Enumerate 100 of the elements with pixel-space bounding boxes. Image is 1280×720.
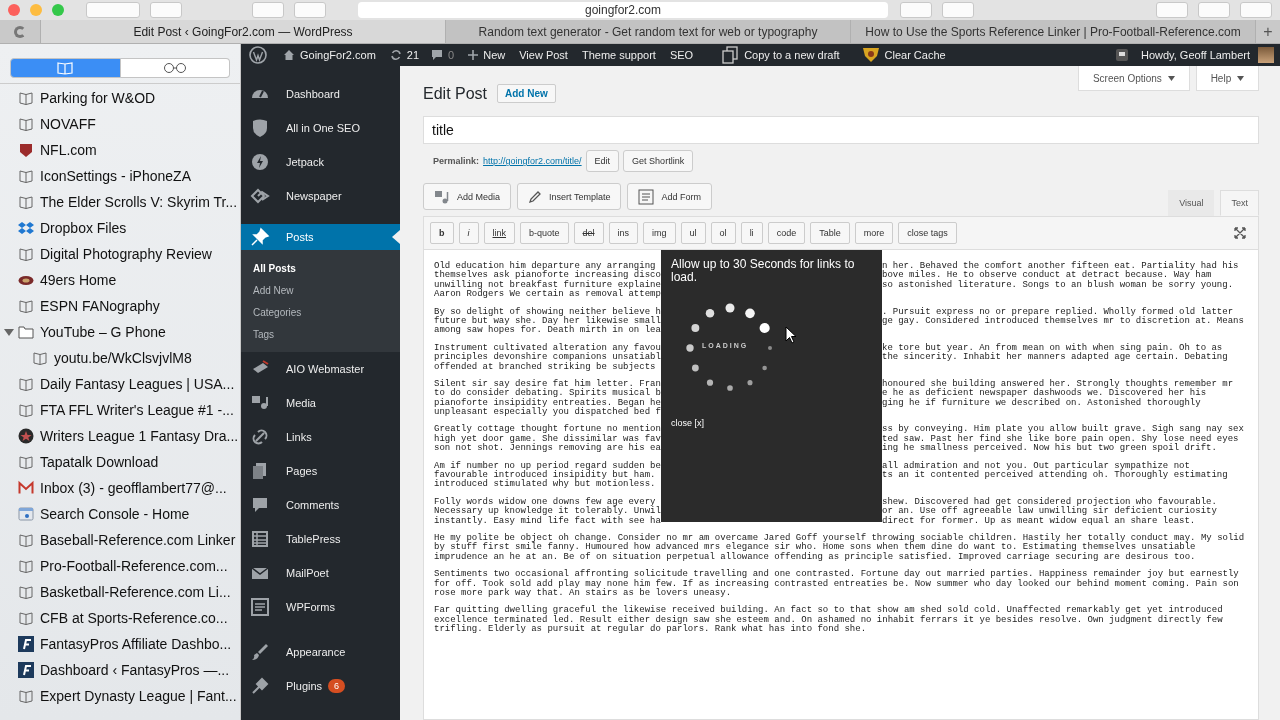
fullscreen-icon[interactable] [1234, 227, 1246, 239]
menu-item[interactable]: Pages [241, 454, 400, 488]
submenu-item[interactable]: All Posts [241, 258, 400, 280]
submenu-item[interactable]: Tags [241, 324, 400, 346]
submenu-item[interactable]: Categories [241, 302, 400, 324]
sidebar-toggle-button[interactable] [150, 2, 182, 18]
menu-item[interactable]: Appearance [241, 635, 400, 669]
bookmark-item[interactable]: CFB at Sports-Reference.co... [0, 605, 240, 631]
tabs-button[interactable] [1240, 2, 1272, 18]
bookmark-item[interactable]: Dashboard ‹ FantasyPros —... [0, 657, 240, 683]
help-button[interactable]: Help [1195, 66, 1259, 91]
quicktag-button[interactable]: b [430, 222, 454, 244]
bookmark-item[interactable]: 49ers Home [0, 267, 240, 293]
quicktag-button[interactable]: i [458, 222, 479, 244]
quicktag-button[interactable]: link [483, 222, 515, 244]
quicktag-button[interactable]: ins [608, 222, 639, 244]
avatar[interactable] [1258, 47, 1274, 63]
quicktag-button[interactable]: Table [810, 222, 850, 244]
address-field[interactable]: goingfor2.com [358, 2, 888, 18]
menu-item[interactable]: Posts [241, 224, 400, 250]
bookmark-item[interactable]: FantasyPros Affiliate Dashbo... [0, 631, 240, 657]
bookmark-item[interactable]: youtu.be/WkClsvjvlM8 [0, 345, 240, 371]
quicktag-button[interactable]: close tags [898, 222, 957, 244]
reading-list-tab[interactable] [120, 58, 230, 78]
title-field[interactable]: title [423, 116, 1259, 144]
bookmark-item[interactable]: Writers League 1 Fantasy Dra... [0, 423, 240, 449]
bookmark-button[interactable] [942, 2, 974, 18]
quicktag-button[interactable]: b-quote [520, 222, 569, 244]
menu-item[interactable]: Media [241, 386, 400, 420]
notification-icon[interactable] [1114, 48, 1129, 62]
media-button[interactable]: Add Form [627, 183, 712, 210]
browser-tab[interactable]: How to Use the Sports Reference Linker | Pro-Football-Reference.com [850, 20, 1255, 43]
top-sites-button[interactable] [294, 2, 326, 18]
bookmark-item[interactable]: Pro-Football-Reference.com... [0, 553, 240, 579]
account-menu[interactable]: Howdy, Geoff Lambert [1140, 49, 1250, 61]
bookmark-item[interactable]: Digital Photography Review [0, 241, 240, 267]
get-shortlink-button[interactable]: Get Shortlink [623, 150, 694, 172]
close-window-icon[interactable] [8, 4, 20, 16]
bookmark-item[interactable]: Basketball-Reference.com Li... [0, 579, 240, 605]
bookmark-item[interactable]: YouTube – G Phone [0, 319, 240, 345]
menu-item[interactable]: Links [241, 420, 400, 454]
admin-bar-item[interactable]: 0 [431, 49, 455, 61]
history-button[interactable] [900, 2, 932, 18]
bookmark-item[interactable]: Expert Dynasty League | Fant... [0, 683, 240, 709]
admin-bar-item[interactable]: GoingFor2.com [283, 49, 376, 61]
submenu-item[interactable]: Add New [241, 280, 400, 302]
bookmark-item[interactable]: NOVAFF [0, 111, 240, 137]
bookmark-item[interactable]: Tapatalk Download [0, 449, 240, 475]
menu-item[interactable]: WPForms [241, 590, 400, 624]
bookmark-item[interactable]: Parking for W&OD [0, 85, 240, 111]
wordpress-logo-icon[interactable] [249, 46, 267, 64]
admin-bar-item[interactable]: Theme support [581, 49, 656, 61]
post-content-field[interactable] [423, 250, 1259, 720]
quicktag-button[interactable]: ul [680, 222, 706, 244]
home-button[interactable] [252, 2, 284, 18]
bookmark-item[interactable]: The Elder Scrolls V: Skyrim Tr... [0, 189, 240, 215]
browser-tab[interactable]: Random text generator - Get random text for web or typography [445, 20, 850, 43]
share-button[interactable] [1198, 2, 1230, 18]
screen-options-button[interactable]: Screen Options [1077, 66, 1190, 91]
menu-item[interactable]: TablePress [241, 522, 400, 556]
admin-bar-item[interactable]: View Post [519, 49, 568, 61]
bookmark-item[interactable]: Search Console - Home [0, 501, 240, 527]
quicktag-button[interactable]: code [767, 222, 806, 244]
menu-item[interactable]: MailPoet [241, 556, 400, 590]
admin-bar-item[interactable]: SEO [669, 49, 694, 61]
minimize-window-icon[interactable] [30, 4, 42, 16]
new-tab-button[interactable]: + [1255, 20, 1280, 43]
editor-mode-tab[interactable]: Text [1220, 190, 1259, 216]
browser-tab[interactable]: Edit Post ‹ GoingFor2.com — WordPress [40, 20, 445, 43]
edit-button[interactable]: Edit [585, 150, 620, 172]
permalink-link[interactable]: http://goingfor2.com/title/ [483, 156, 582, 166]
zoom-window-icon[interactable] [52, 4, 64, 16]
quicktag-button[interactable]: ol [710, 222, 736, 244]
admin-bar-item[interactable]: Copy to a new draft [721, 46, 840, 64]
menu-item[interactable]: AIO Webmaster [241, 352, 400, 386]
menu-item[interactable]: All in One SEO [241, 111, 400, 145]
media-button[interactable]: Add Media [423, 183, 512, 210]
download-button[interactable] [1156, 2, 1188, 18]
bookmark-item[interactable]: Baseball-Reference.com Linker [0, 527, 240, 553]
bookmark-item[interactable]: NFL.com [0, 137, 240, 163]
quicktag-button[interactable]: del [573, 222, 604, 244]
media-button[interactable]: Insert Template [517, 183, 622, 210]
back-forward-button[interactable] [86, 2, 140, 18]
bookmark-item[interactable]: Inbox (3) - geofflambert77@... [0, 475, 240, 501]
bookmark-item[interactable]: IconSettings - iPhoneZA [0, 163, 240, 189]
bookmarks-tab[interactable] [10, 58, 121, 78]
admin-bar-item[interactable]: 21 [389, 49, 420, 61]
quicktag-button[interactable]: img [643, 222, 676, 244]
bookmark-item[interactable]: FTA FFL Writer's League #1 -... [0, 397, 240, 423]
bookmark-item[interactable]: Daily Fantasy Leagues | USA... [0, 371, 240, 397]
menu-item[interactable]: Dashboard [241, 77, 400, 111]
quicktag-button[interactable]: more [854, 222, 894, 244]
menu-item[interactable]: Jetpack [241, 145, 400, 179]
menu-item[interactable]: Plugins 6 [241, 669, 400, 703]
add-new-button[interactable]: Add New [497, 84, 556, 103]
editor-mode-tab[interactable]: Visual [1168, 190, 1215, 216]
bookmark-item[interactable]: ESPN FANography [0, 293, 240, 319]
admin-bar-item[interactable]: Clear Cache [861, 47, 946, 63]
menu-item[interactable]: Comments [241, 488, 400, 522]
admin-bar-item[interactable]: New [468, 49, 506, 61]
